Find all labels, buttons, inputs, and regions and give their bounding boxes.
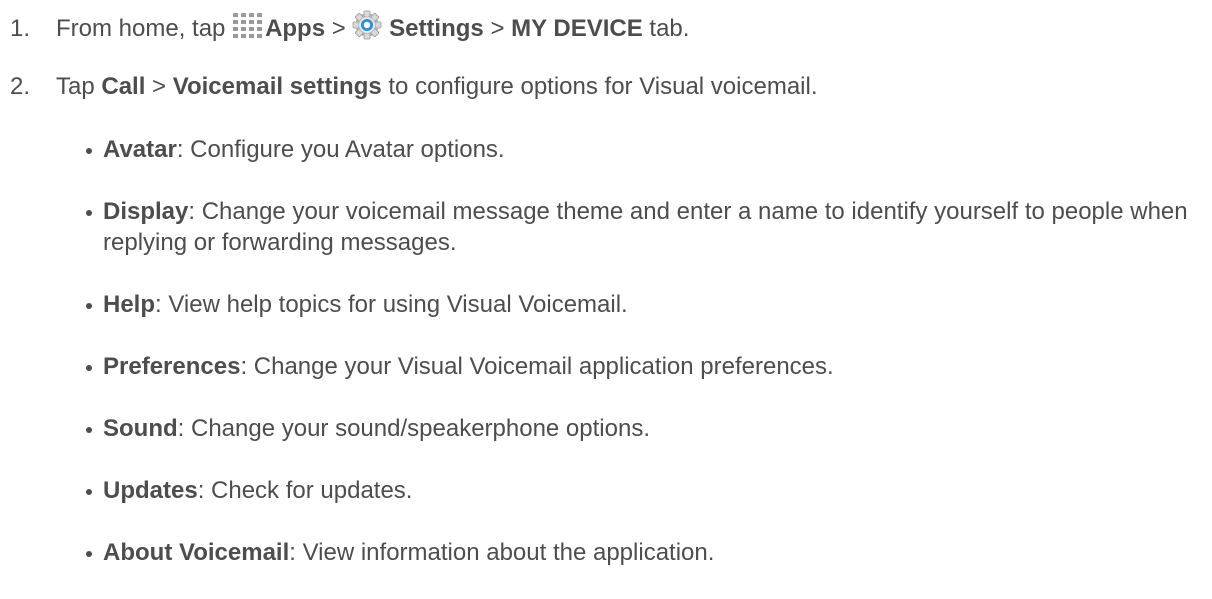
list-item: Updates: Check for updates. <box>86 475 1206 506</box>
settings-label: Settings <box>389 15 484 42</box>
call-label: Call <box>101 73 146 100</box>
option-term: Display <box>103 198 189 225</box>
bullet-icon <box>86 210 92 216</box>
bullet-icon <box>86 148 92 154</box>
option-description: : Change your Visual Voicemail applicati… <box>240 353 834 380</box>
list-item: Help: View help topics for using Visual … <box>86 289 1206 320</box>
option-description: : Check for updates. <box>197 477 413 504</box>
my-device-tab-label: MY DEVICE <box>511 15 643 42</box>
bullet-icon <box>86 365 92 371</box>
list-item: Avatar: Configure you Avatar options. <box>86 134 1206 165</box>
option-term: Updates <box>103 477 198 504</box>
bullet-icon <box>86 489 92 495</box>
voicemail-settings-label: Voicemail settings <box>172 73 382 100</box>
option-description: : Change your voicemail message theme an… <box>103 198 1188 256</box>
apps-grid-icon <box>232 12 265 48</box>
step-number: 1. <box>10 15 31 42</box>
list-item: Sound: Change your sound/speakerphone op… <box>86 413 1206 444</box>
separator: > <box>145 73 173 100</box>
instructions-page: 1. From home, tap Apps > Settings > MY D… <box>0 0 1212 568</box>
bullet-icon <box>86 303 92 309</box>
option-description: : Change your sound/speakerphone options… <box>177 415 650 442</box>
step-1: 1. From home, tap Apps > Settings > MY D… <box>10 10 689 48</box>
option-description: : View information about the application… <box>289 539 715 566</box>
option-term: About Voicemail <box>103 539 290 566</box>
step-text-post: to configure options for Visual voicemai… <box>381 73 818 100</box>
step-text-pre: Tap <box>56 73 102 100</box>
option-term: Avatar <box>103 136 177 163</box>
list-item: Preferences: Change your Visual Voicemai… <box>86 351 1206 382</box>
settings-gear-icon <box>352 10 382 48</box>
step-number: 2. <box>10 73 31 100</box>
bullet-icon <box>86 427 92 433</box>
step-2: 2. Tap Call > Voicemail settings to confi… <box>10 72 818 102</box>
apps-label: Apps <box>265 15 326 42</box>
separator: > <box>483 15 512 42</box>
option-description: : Configure you Avatar options. <box>176 136 505 163</box>
bullet-icon <box>86 551 92 557</box>
option-term: Sound <box>103 415 178 442</box>
list-item: Display: Change your voicemail message t… <box>86 196 1206 258</box>
step-text-post: tab. <box>642 15 690 42</box>
options-list: Avatar: Configure you Avatar options. Di… <box>86 134 1206 599</box>
separator: > <box>325 15 353 42</box>
list-item: About Voicemail: View information about … <box>86 537 1206 568</box>
option-description: : View help topics for using Visual Voic… <box>155 291 628 318</box>
option-term: Preferences <box>103 353 241 380</box>
option-term: Help <box>103 291 156 318</box>
step-text-pre: From home, tap <box>56 15 233 42</box>
